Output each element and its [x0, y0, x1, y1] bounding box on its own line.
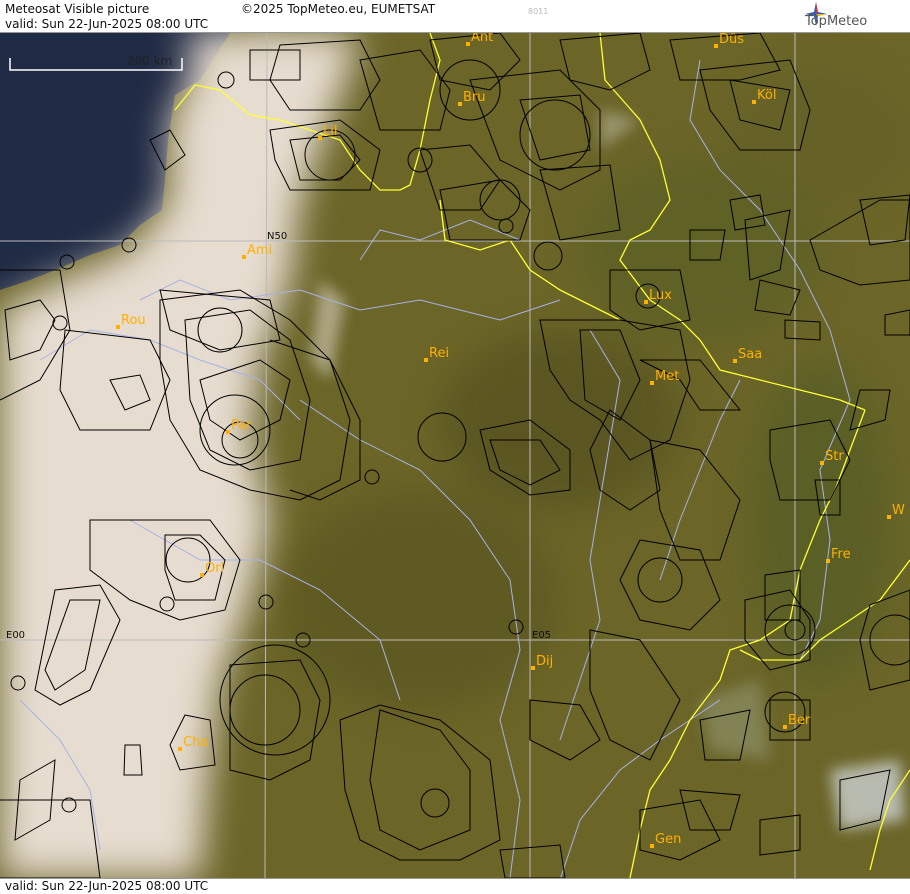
- city-dot: [650, 844, 654, 848]
- city-dot: [200, 573, 204, 577]
- city-label: Saa: [738, 347, 762, 362]
- city-label: Orl: [205, 561, 224, 576]
- image-code: 8011: [528, 7, 549, 16]
- city-dot: [116, 325, 120, 329]
- city-dot: [644, 300, 648, 304]
- city-label: Cha: [183, 735, 208, 750]
- copyright: ©2025 TopMeteo.eu, EUMETSAT: [241, 2, 436, 16]
- city-dot: [178, 747, 182, 751]
- city-dot: [783, 725, 787, 729]
- city-label: Par: [231, 418, 252, 433]
- city-dot: [242, 255, 246, 259]
- footer-valid-time: valid: Sun 22-Jun-2025 08:00 UTC: [5, 879, 209, 893]
- city-dot: [714, 44, 718, 48]
- city-label: Ami: [247, 243, 272, 258]
- city-dot: [733, 359, 737, 363]
- city-dot: [826, 559, 830, 563]
- city-dot: [650, 381, 654, 385]
- city-label: Ant: [471, 33, 493, 45]
- city-label: Str: [825, 449, 844, 464]
- city-label: Düs: [719, 33, 744, 47]
- topmeteo-logo[interactable]: TopMeteo: [805, 2, 900, 30]
- city-dot: [531, 666, 535, 670]
- city-dot: [752, 100, 756, 104]
- city-label: Dij: [536, 654, 553, 669]
- map-canvas: 200 km N50 E00 E05 Ant Düs Bru Köl Lil Ami Lux…: [0, 33, 910, 878]
- city-label: Gen: [655, 832, 681, 847]
- grid-label-e00: E00: [6, 630, 25, 641]
- satellite-map[interactable]: 200 km N50 E00 E05 Ant Düs Bru Köl Lil Ami Lux…: [0, 33, 910, 878]
- city-dot: [887, 515, 891, 519]
- valid-time: valid: Sun 22-Jun-2025 08:00 UTC: [5, 17, 209, 31]
- city-label: Rei: [429, 346, 449, 361]
- city-label: Met: [655, 369, 679, 384]
- scale-label: 200 km: [127, 54, 172, 68]
- picture-title: Meteosat Visible picture: [5, 2, 150, 16]
- city-dot: [820, 461, 824, 465]
- city-dot: [424, 358, 428, 362]
- city-label: Fre: [831, 547, 851, 562]
- header-bar: Meteosat Visible picture valid: Sun 22-J…: [0, 0, 910, 33]
- city-label: Lux: [649, 288, 672, 303]
- logo-text: TopMeteo: [805, 14, 868, 29]
- city-dot: [466, 42, 470, 46]
- grid-label-e05: E05: [532, 630, 551, 641]
- city-label: Bru: [463, 90, 486, 105]
- city-label: W: [892, 503, 905, 518]
- city-label: Rou: [121, 313, 146, 328]
- city-label: Lil: [323, 124, 337, 139]
- city-label: Ber: [788, 713, 811, 728]
- city-label: Köl: [757, 88, 776, 103]
- city-dot: [318, 136, 322, 140]
- footer-bar: valid: Sun 22-Jun-2025 08:00 UTC: [0, 878, 910, 894]
- city-dot: [226, 430, 230, 434]
- city-dot: [458, 102, 462, 106]
- grid-label-n50: N50: [267, 231, 287, 242]
